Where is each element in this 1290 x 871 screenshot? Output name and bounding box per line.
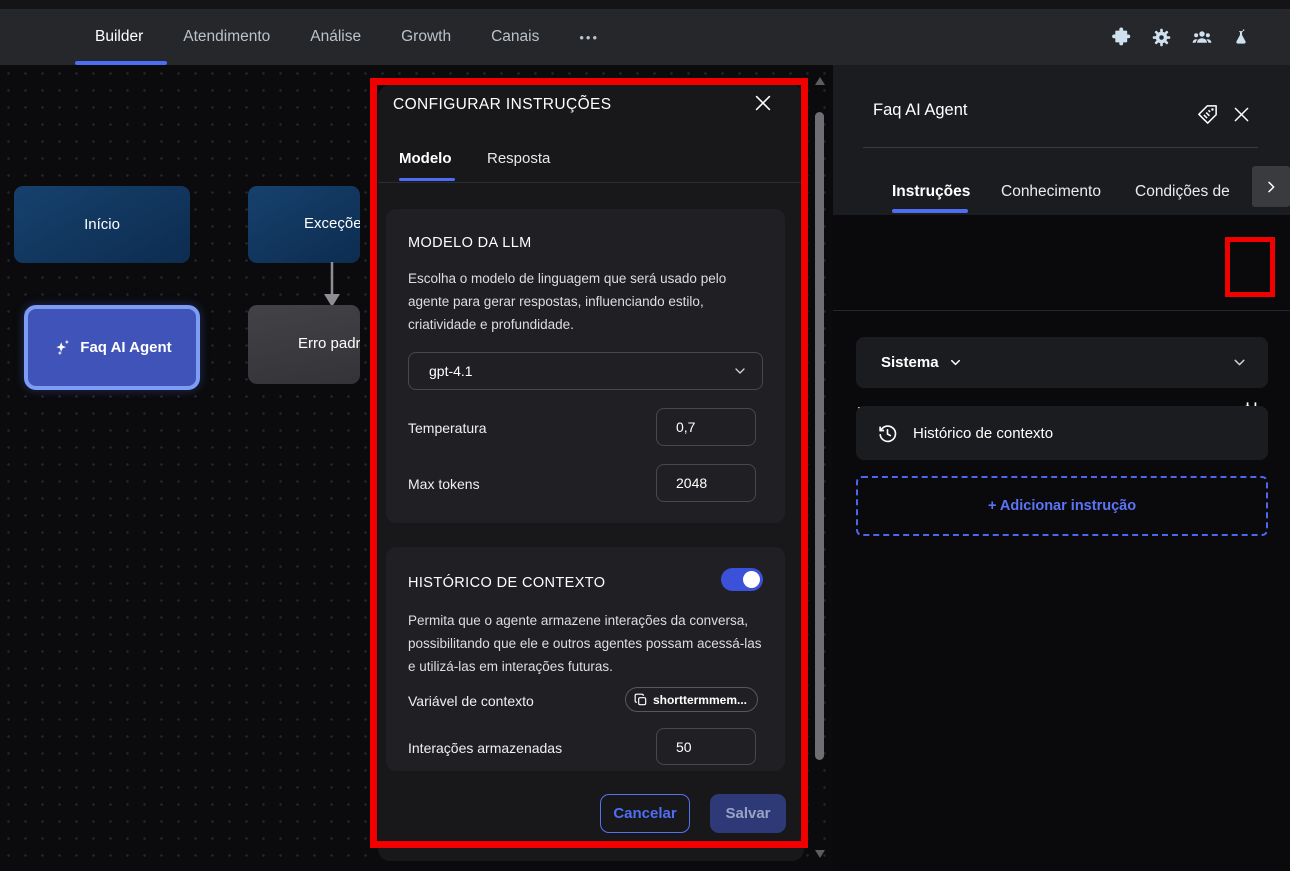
cancel-button[interactable]: Cancelar — [600, 794, 690, 833]
context-variable-chip[interactable]: shorttermmem... — [625, 687, 758, 712]
tabs-scroll-right-button[interactable] — [1252, 166, 1290, 207]
panel-close-icon[interactable] — [1231, 104, 1252, 130]
chevron-down-icon — [948, 355, 963, 370]
expand-chevron-down-icon[interactable] — [1231, 354, 1248, 371]
agent-detail-panel: Faq AI Agent Instruções Conhecimento Con… — [833, 65, 1290, 871]
panel-tab-conhecimento[interactable]: Conhecimento — [1001, 183, 1101, 201]
node-label: Erro padrão — [298, 335, 360, 352]
context-history-item-label: Histórico de contexto — [913, 425, 1053, 442]
panel-tab-condicoes[interactable]: Condições de — [1135, 183, 1230, 201]
top-navigation-bar: Builder Atendimento Análise Growth Canai… — [0, 9, 1290, 65]
stored-interactions-input[interactable] — [656, 728, 756, 765]
add-instruction-button[interactable]: + Adicionar instrução — [856, 476, 1268, 536]
max-tokens-label: Max tokens — [408, 476, 480, 492]
modal-close-icon[interactable] — [752, 92, 774, 114]
nav-tab-analise[interactable]: Análise — [310, 28, 361, 46]
nav-tab-atendimento[interactable]: Atendimento — [183, 28, 270, 46]
system-label: Sistema — [881, 354, 939, 371]
nav-more-menu[interactable]: ••• — [579, 30, 599, 45]
flow-node-faq-ai-agent[interactable]: Faq AI Agent — [24, 305, 200, 390]
nav-tab-growth[interactable]: Growth — [401, 28, 451, 46]
panel-header: Faq AI Agent Instruções Conhecimento Con… — [833, 65, 1290, 215]
nav-tab-canais[interactable]: Canais — [491, 28, 539, 46]
configure-instructions-modal: CONFIGURAR INSTRUÇÕES Modelo Resposta MO… — [378, 85, 804, 861]
panel-section-divider — [833, 310, 1290, 311]
context-history-card: HISTÓRICO DE CONTEXTO Permita que o agen… — [386, 547, 785, 771]
nav-tabs: Builder Atendimento Análise Growth Canai… — [95, 9, 599, 65]
gear-icon[interactable] — [1151, 27, 1172, 48]
toggle-knob — [743, 571, 760, 588]
panel-active-tab-underline — [892, 209, 968, 213]
context-history-toggle[interactable] — [721, 568, 763, 591]
temperature-input[interactable] — [656, 408, 756, 446]
node-label: Faq AI Agent — [80, 339, 171, 356]
panel-header-divider — [863, 147, 1258, 148]
system-instruction-item[interactable]: Sistema — [856, 337, 1268, 388]
topbar-action-icons — [1111, 9, 1250, 65]
node-label: Exceções — [304, 215, 360, 232]
max-tokens-input[interactable] — [656, 464, 756, 502]
flow-node-inicio[interactable]: Início — [14, 186, 190, 263]
modal-tab-resposta[interactable]: Resposta — [487, 150, 550, 167]
copy-icon — [634, 693, 648, 707]
scrollbar-thumb[interactable] — [815, 112, 824, 760]
llm-model-section-title: MODELO DA LLM — [408, 235, 532, 251]
scrollbar-up-arrow[interactable] — [815, 77, 825, 85]
context-history-description: Permita que o agente armazene interações… — [408, 609, 766, 678]
flow-node-erro-padrao[interactable]: Erro padrão — [248, 305, 360, 384]
sparkle-icon — [52, 337, 73, 358]
nav-tab-builder[interactable]: Builder — [95, 28, 143, 46]
app-root: Builder Atendimento Análise Growth Canai… — [0, 0, 1290, 871]
save-button[interactable]: Salvar — [710, 794, 786, 833]
window-top-strip — [0, 0, 1290, 9]
temperature-label: Temperatura — [408, 420, 487, 436]
model-select-value: gpt-4.1 — [429, 363, 732, 379]
modal-active-tab-underline — [399, 178, 455, 181]
context-history-item[interactable]: Histórico de contexto — [856, 406, 1268, 460]
tag-icon[interactable] — [1196, 103, 1219, 131]
llm-model-card: MODELO DA LLM Escolha o modelo de lingua… — [386, 209, 785, 523]
chevron-right-icon — [1263, 179, 1279, 195]
context-variable-label: Variável de contexto — [408, 693, 534, 709]
panel-title: Faq AI Agent — [873, 101, 968, 120]
history-clock-icon — [876, 422, 899, 445]
chevron-down-icon — [732, 363, 748, 379]
node-label: Início — [84, 216, 120, 233]
stored-interactions-label: Interações armazenadas — [408, 740, 562, 756]
modal-tab-modelo[interactable]: Modelo — [399, 150, 452, 167]
panel-tab-instrucoes[interactable]: Instruções — [892, 183, 970, 201]
modal-tabs-divider — [378, 182, 804, 183]
model-select[interactable]: gpt-4.1 — [408, 352, 763, 390]
flask-icon[interactable] — [1232, 27, 1250, 48]
context-history-section-title: HISTÓRICO DE CONTEXTO — [408, 575, 605, 591]
users-icon[interactable] — [1191, 27, 1213, 48]
puzzle-icon[interactable] — [1111, 27, 1132, 48]
modal-title: CONFIGURAR INSTRUÇÕES — [393, 96, 612, 114]
model-summary-row: Modelo: gpt-4.1 — [833, 215, 1290, 310]
connector-arrow — [321, 262, 343, 308]
flow-node-excecoes[interactable]: Exceções — [248, 186, 360, 263]
context-variable-value: shorttermmem... — [653, 693, 747, 707]
scrollbar-down-arrow[interactable] — [815, 850, 825, 858]
llm-model-description: Escolha o modelo de linguagem que será u… — [408, 267, 766, 336]
